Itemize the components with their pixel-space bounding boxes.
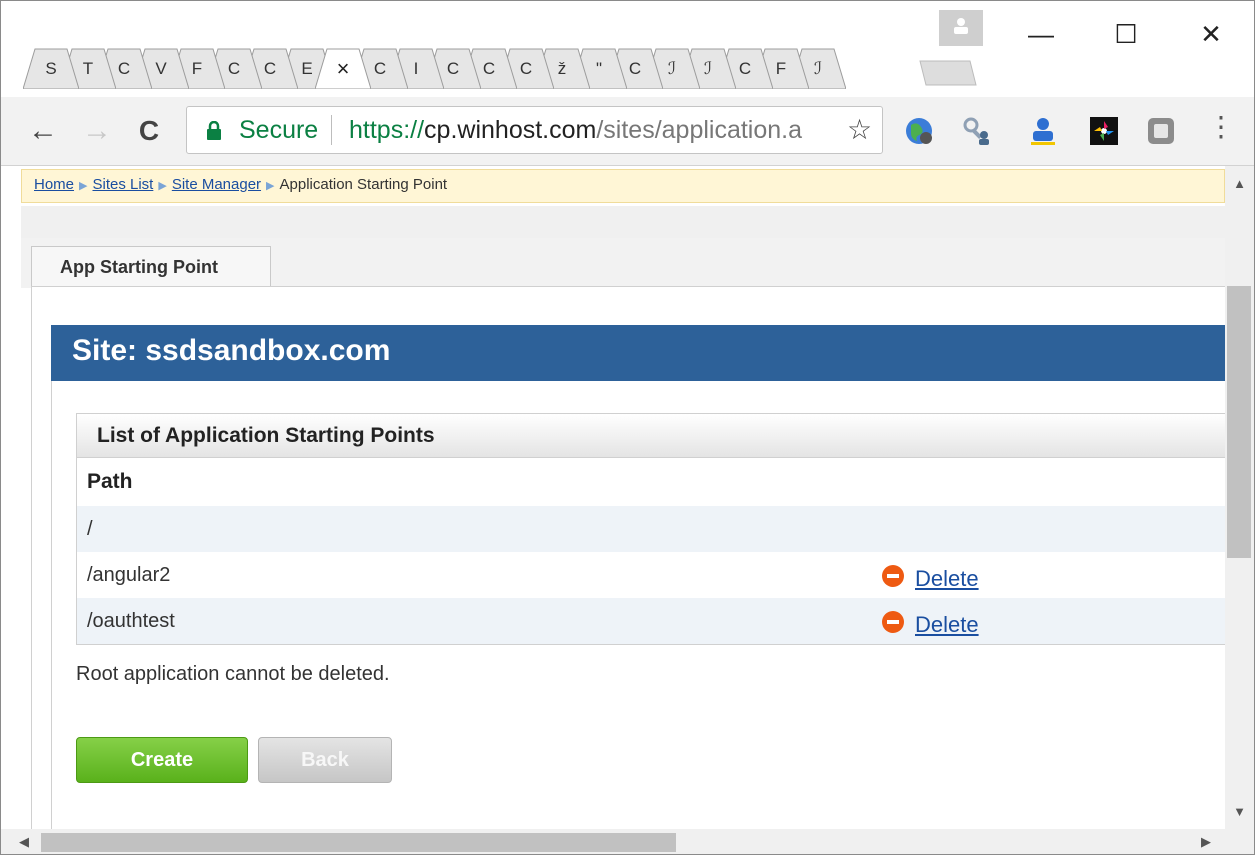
vertical-scrollbar[interactable]: ▲ ▼ (1225, 166, 1254, 829)
maximize-button[interactable]: ☐ (1091, 11, 1161, 57)
scroll-left-icon[interactable]: ◀ (19, 834, 29, 850)
tab-favicon-letter: S (45, 59, 57, 78)
tab-strip: S T C V F C C E × C I C C Cž " C ℐ ℐ C F ℐ — ☐ ✕ (1, 1, 1254, 97)
delete-link[interactable]: Delete (915, 566, 979, 592)
delete-link[interactable]: Delete (915, 612, 979, 638)
pinwheel-icon[interactable] (1086, 113, 1122, 149)
breadcrumb-sites-list-link[interactable]: Sites List (92, 176, 153, 193)
horizontal-scroll-thumb[interactable] (41, 833, 676, 852)
create-button[interactable]: Create (76, 737, 248, 783)
remove-circle-icon (882, 611, 904, 633)
url-scheme: https:// (349, 116, 425, 144)
breadcrumb-site-manager-link[interactable]: Site Manager (172, 176, 261, 193)
tab-active[interactable]: × (315, 47, 371, 89)
tabs-container: S T C V F C C E × C I C C Cž " C ℐ ℐ C F ℐ (23, 39, 923, 97)
breadcrumb: Home ▶ Sites List ▶ Site Manager ▶ Application… (21, 169, 1225, 203)
url-text[interactable]: https://cp.winhost.com/sites/application… (349, 116, 839, 145)
back-button-page[interactable]: Back (258, 737, 392, 783)
close-window-button[interactable]: ✕ (1176, 11, 1246, 57)
breadcrumb-home-link[interactable]: Home (34, 176, 74, 193)
page-viewport: Home ▶ Sites List ▶ Site Manager ▶ Application… (1, 166, 1225, 829)
browser-toolbar: ← → C Secure https://cp.winhost.com/site… (1, 97, 1254, 166)
scrollbar-corner (1225, 829, 1254, 854)
address-divider (331, 115, 332, 145)
content-panel: Site: ssdsandbox.com List of Application… (31, 286, 1225, 829)
back-button[interactable]: ← (23, 111, 63, 151)
spacer-band (21, 206, 1225, 238)
browser-tab[interactable]: S (23, 47, 79, 89)
secure-label: Secure (239, 116, 319, 144)
scroll-right-icon[interactable]: ▶ (1201, 834, 1211, 850)
person-icon (954, 18, 968, 34)
tab-app-starting-point[interactable]: App Starting Point (31, 246, 271, 288)
reload-button[interactable]: C (129, 111, 169, 151)
browser-window: S T C V F C C E × C I C C Cž " C ℐ ℐ C F ℐ — ☐ ✕ ← → C Secur… (0, 0, 1255, 855)
site-header: Site: ssdsandbox.com (51, 325, 1225, 381)
horizontal-scrollbar[interactable]: ◀ ▶ (1, 829, 1225, 854)
user-badge-icon[interactable] (1025, 113, 1061, 149)
profile-button[interactable] (939, 10, 983, 46)
forward-button[interactable]: → (77, 111, 117, 151)
scroll-down-icon[interactable]: ▼ (1225, 804, 1254, 819)
page-tab-bar: App Starting Point (21, 238, 1225, 288)
address-bar[interactable]: Secure https://cp.winhost.com/sites/appl… (186, 106, 883, 154)
bookmark-star-icon[interactable]: ☆ (847, 113, 872, 146)
root-note: Root application cannot be deleted. (76, 663, 390, 685)
url-path: /sites/application.a (596, 116, 803, 144)
lock-icon (207, 121, 221, 140)
new-tab-button[interactable] (916, 59, 978, 87)
breadcrumb-arrow-icon: ▶ (158, 180, 167, 192)
breadcrumb-current: Application Starting Point (279, 176, 448, 193)
application-list: List of Application Starting Points Path… (76, 413, 1225, 645)
row-path: / (87, 518, 93, 540)
breadcrumb-arrow-icon: ▶ (79, 180, 88, 192)
breadcrumb-arrow-icon: ▶ (266, 180, 275, 192)
remove-circle-icon (882, 565, 904, 587)
minimize-button[interactable]: — (1006, 11, 1076, 57)
browser-menu-icon[interactable]: ⋮ (1207, 113, 1235, 141)
url-host: cp.winhost.com (424, 116, 597, 144)
list-title: List of Application Starting Points (77, 414, 1225, 458)
site-panel: List of Application Starting Points Path… (51, 381, 1225, 829)
close-tab-icon[interactable]: × (315, 56, 371, 82)
table-row: /angular2 Delete (77, 552, 1225, 598)
vertical-scroll-thumb[interactable] (1227, 286, 1251, 558)
column-header-path: Path (87, 470, 133, 493)
table-row: / (77, 506, 1225, 552)
row-path: /oauthtest (87, 610, 175, 632)
gray-square-icon[interactable] (1143, 113, 1179, 149)
scroll-up-icon[interactable]: ▲ (1225, 176, 1254, 191)
row-path: /angular2 (87, 564, 171, 586)
search-person-icon[interactable] (959, 113, 995, 149)
globe-icon[interactable] (901, 113, 937, 149)
table-row: /oauthtest Delete (77, 598, 1225, 644)
